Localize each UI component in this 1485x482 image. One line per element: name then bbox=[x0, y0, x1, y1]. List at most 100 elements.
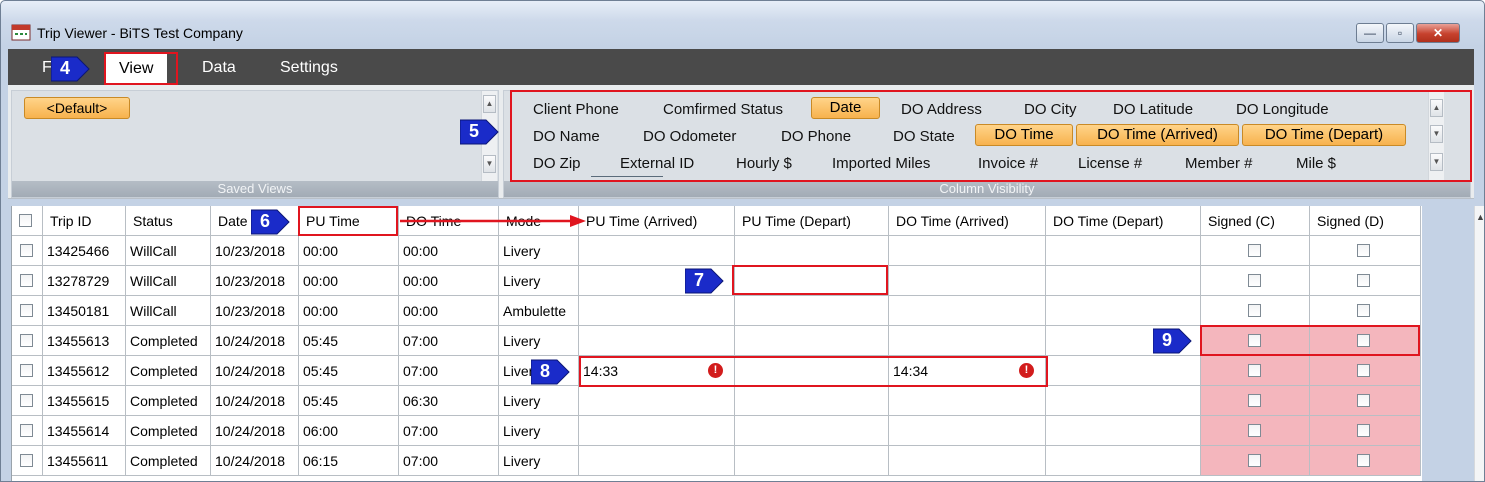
signed-c-checkbox[interactable] bbox=[1248, 394, 1261, 407]
saved-views-group: <Default> ▲ ▼ Saved Views bbox=[11, 90, 499, 198]
cell-pu-time-depart[interactable] bbox=[735, 236, 889, 266]
menu-data[interactable]: Data bbox=[202, 59, 236, 77]
signed-c-checkbox[interactable] bbox=[1248, 364, 1261, 377]
cell-do-time-depart[interactable] bbox=[1046, 356, 1201, 386]
cell-do-time-depart[interactable] bbox=[1046, 266, 1201, 296]
cell-trip-id: 13455613 bbox=[43, 326, 126, 356]
signed-c-checkbox[interactable] bbox=[1248, 424, 1261, 437]
row-select-checkbox[interactable] bbox=[20, 394, 33, 407]
cell-signed-c bbox=[1201, 356, 1310, 386]
signed-c-checkbox[interactable] bbox=[1248, 244, 1261, 257]
cell-do-time-arrived[interactable] bbox=[889, 326, 1046, 356]
cell-pu-time: 00:00 bbox=[299, 266, 399, 296]
header-signed-c[interactable]: Signed (C) bbox=[1201, 206, 1310, 236]
grid-vertical-scrollbar[interactable]: ▲ bbox=[1474, 206, 1484, 481]
cell-pu-time-depart[interactable] bbox=[735, 296, 889, 326]
signed-c-checkbox[interactable] bbox=[1248, 274, 1261, 287]
mode-value: Livery bbox=[503, 393, 541, 409]
cell-mode: Ambulette bbox=[499, 296, 579, 326]
window-title: Trip Viewer - BiTS Test Company bbox=[37, 25, 243, 41]
title-bar[interactable]: Trip Viewer - BiTS Test Company — ▫ ✕ bbox=[1, 1, 1484, 49]
cell-signed-c bbox=[1201, 446, 1310, 476]
cell-do-time: 07:00 bbox=[399, 446, 499, 476]
pu-time-value: 00:00 bbox=[303, 243, 339, 259]
cell-signed-c bbox=[1201, 266, 1310, 296]
cell-do-time-depart[interactable] bbox=[1046, 236, 1201, 266]
cell-do-time-arrived[interactable] bbox=[889, 416, 1046, 446]
row-select-checkbox[interactable] bbox=[20, 364, 33, 377]
status-value: Completed bbox=[130, 423, 198, 439]
row-select-checkbox[interactable] bbox=[20, 274, 33, 287]
row-select-checkbox[interactable] bbox=[20, 304, 33, 317]
minimize-button[interactable]: — bbox=[1356, 23, 1384, 43]
cell-do-time-arrived[interactable] bbox=[889, 236, 1046, 266]
header-trip-id[interactable]: Trip ID bbox=[43, 206, 126, 236]
signed-d-checkbox[interactable] bbox=[1357, 364, 1370, 377]
cell-do-time-depart[interactable] bbox=[1046, 446, 1201, 476]
cell-pu-time: 06:00 bbox=[299, 416, 399, 446]
select-all-checkbox[interactable] bbox=[19, 214, 32, 227]
scroll-up-icon[interactable]: ▲ bbox=[483, 95, 496, 113]
scroll-down-icon[interactable]: ▼ bbox=[483, 155, 496, 173]
cell-trip-id: 13425466 bbox=[43, 236, 126, 266]
row-select-checkbox[interactable] bbox=[20, 454, 33, 467]
cell-pu-time: 06:15 bbox=[299, 446, 399, 476]
cell-pu-time-depart[interactable] bbox=[735, 446, 889, 476]
signed-d-checkbox[interactable] bbox=[1357, 244, 1370, 257]
signed-c-checkbox[interactable] bbox=[1248, 454, 1261, 467]
close-button[interactable]: ✕ bbox=[1416, 23, 1460, 43]
cell-do-time-arrived[interactable] bbox=[889, 386, 1046, 416]
cell-do-time-arrived[interactable] bbox=[889, 266, 1046, 296]
row-select-checkbox[interactable] bbox=[20, 244, 33, 257]
cell-status: Completed bbox=[126, 326, 211, 356]
header-select[interactable] bbox=[12, 206, 43, 236]
mode-value: Livery bbox=[503, 273, 541, 289]
scroll-up-icon[interactable]: ▲ bbox=[1476, 212, 1484, 222]
row-select-checkbox[interactable] bbox=[20, 334, 33, 347]
cell-status: Completed bbox=[126, 356, 211, 386]
trip-id-value: 13455614 bbox=[47, 423, 110, 439]
header-pu-time-depart[interactable]: PU Time (Depart) bbox=[735, 206, 889, 236]
header-signed-d[interactable]: Signed (D) bbox=[1310, 206, 1421, 236]
cell-do-time-depart[interactable] bbox=[1046, 416, 1201, 446]
cell-do-time-depart[interactable] bbox=[1046, 296, 1201, 326]
cell-do-time-depart[interactable] bbox=[1046, 386, 1201, 416]
row-select-checkbox[interactable] bbox=[20, 424, 33, 437]
header-pu-time-arrived[interactable]: PU Time (Arrived) bbox=[579, 206, 735, 236]
header-do-time-depart[interactable]: DO Time (Depart) bbox=[1046, 206, 1201, 236]
status-value: Completed bbox=[130, 393, 198, 409]
cell-do-time-arrived[interactable] bbox=[889, 446, 1046, 476]
signed-d-checkbox[interactable] bbox=[1357, 454, 1370, 467]
trip-id-value: 13455612 bbox=[47, 363, 110, 379]
maximize-button[interactable]: ▫ bbox=[1386, 23, 1414, 43]
cell-pu-time-arrived[interactable] bbox=[579, 236, 735, 266]
cell-signed-d bbox=[1310, 416, 1421, 446]
signed-d-checkbox[interactable] bbox=[1357, 394, 1370, 407]
signed-d-checkbox[interactable] bbox=[1357, 274, 1370, 287]
signed-c-checkbox[interactable] bbox=[1248, 304, 1261, 317]
cell-pu-time-depart[interactable] bbox=[735, 386, 889, 416]
highlight-pu-depart-cell bbox=[732, 265, 888, 295]
mode-value: Livery bbox=[503, 333, 541, 349]
signed-d-checkbox[interactable] bbox=[1357, 424, 1370, 437]
do-time-value: 07:00 bbox=[403, 453, 439, 469]
menu-settings[interactable]: Settings bbox=[280, 59, 338, 77]
cell-status: WillCall bbox=[126, 296, 211, 326]
cell-pu-time-depart[interactable] bbox=[735, 416, 889, 446]
callout-4: 4 bbox=[51, 55, 91, 83]
header-status[interactable]: Status bbox=[126, 206, 211, 236]
signed-d-checkbox[interactable] bbox=[1357, 304, 1370, 317]
cell-pu-time-arrived[interactable] bbox=[579, 326, 735, 356]
cell-pu-time-arrived[interactable] bbox=[579, 386, 735, 416]
default-view-button[interactable]: <Default> bbox=[24, 97, 130, 119]
cell-do-time-arrived[interactable] bbox=[889, 296, 1046, 326]
cell-select bbox=[12, 386, 43, 416]
cell-select bbox=[12, 356, 43, 386]
cell-pu-time-arrived[interactable] bbox=[579, 296, 735, 326]
cell-pu-time-arrived[interactable] bbox=[579, 446, 735, 476]
cell-pu-time-depart[interactable] bbox=[735, 326, 889, 356]
cell-status: Completed bbox=[126, 446, 211, 476]
header-do-time-arrived[interactable]: DO Time (Arrived) bbox=[889, 206, 1046, 236]
cell-select bbox=[12, 416, 43, 446]
cell-pu-time-arrived[interactable] bbox=[579, 416, 735, 446]
